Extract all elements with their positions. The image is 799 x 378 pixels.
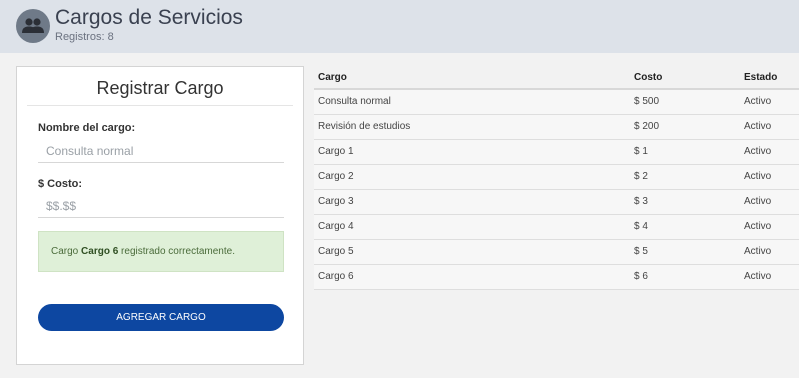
- table-row[interactable]: Consulta normal $ 500 Activo: [314, 90, 799, 115]
- cell-costo: $ 4: [634, 221, 648, 232]
- cell-costo: $ 1: [634, 146, 648, 157]
- cell-estado: Activo: [744, 96, 772, 107]
- table-row[interactable]: Cargo 2 $ 2 Activo: [314, 165, 799, 190]
- cell-estado: Activo: [744, 271, 772, 282]
- cell-cargo: Cargo 1: [318, 146, 354, 157]
- cell-estado: Activo: [744, 171, 772, 182]
- alert-prefix: Cargo: [51, 246, 79, 257]
- header-bar: Cargos de Servicios Registros: 8: [0, 0, 799, 53]
- column-header-costo[interactable]: Costo: [634, 72, 662, 83]
- form-title: Registrar Cargo: [27, 78, 293, 106]
- table-header-row: Cargo Costo Estado: [314, 66, 799, 90]
- column-header-estado[interactable]: Estado: [744, 72, 777, 83]
- register-form-card: Registrar Cargo Nombre del cargo: $ Cost…: [16, 66, 304, 365]
- add-charge-button[interactable]: AGREGAR CARGO: [38, 304, 284, 331]
- cell-cargo: Cargo 4: [318, 221, 354, 232]
- cell-cargo: Cargo 5: [318, 246, 354, 257]
- table-row[interactable]: Cargo 3 $ 3 Activo: [314, 190, 799, 215]
- cell-costo: $ 200: [634, 121, 660, 132]
- cell-estado: Activo: [744, 221, 772, 232]
- group-icon: [16, 9, 50, 43]
- alert-item-name: Cargo 6: [81, 246, 119, 257]
- cell-cargo: Cargo 6: [318, 271, 354, 282]
- cell-estado: Activo: [744, 196, 772, 207]
- cell-cargo: Revisión de estudios: [318, 121, 411, 132]
- cell-costo: $ 2: [634, 171, 648, 182]
- cell-estado: Activo: [744, 121, 772, 132]
- charges-table: Cargo Costo Estado Consulta normal $ 500…: [314, 66, 799, 290]
- cell-cargo: Cargo 3: [318, 196, 354, 207]
- cell-estado: Activo: [744, 146, 772, 157]
- table-row[interactable]: Cargo 1 $ 1 Activo: [314, 140, 799, 165]
- cell-costo: $ 6: [634, 271, 648, 282]
- cell-estado: Activo: [744, 246, 772, 257]
- table-row[interactable]: Cargo 6 $ 6 Activo: [314, 265, 799, 290]
- table-row[interactable]: Cargo 4 $ 4 Activo: [314, 215, 799, 240]
- alert-suffix: registrado correctamente.: [121, 246, 235, 257]
- name-label: Nombre del cargo:: [38, 122, 136, 134]
- cell-costo: $ 5: [634, 246, 648, 257]
- column-header-cargo[interactable]: Cargo: [318, 72, 347, 83]
- cell-costo: $ 3: [634, 196, 648, 207]
- table-row[interactable]: Cargo 5 $ 5 Activo: [314, 240, 799, 265]
- cost-input[interactable]: [38, 194, 284, 218]
- table-row[interactable]: Revisión de estudios $ 200 Activo: [314, 115, 799, 140]
- records-count: Registros: 8: [55, 31, 114, 43]
- page-title: Cargos de Servicios: [55, 6, 243, 29]
- cell-cargo: Consulta normal: [318, 96, 391, 107]
- cell-costo: $ 500: [634, 96, 660, 107]
- name-input[interactable]: [38, 139, 284, 163]
- cost-label: $ Costo:: [38, 178, 82, 190]
- cell-cargo: Cargo 2: [318, 171, 354, 182]
- success-alert: Cargo Cargo 6 registrado correctamente.: [38, 231, 284, 272]
